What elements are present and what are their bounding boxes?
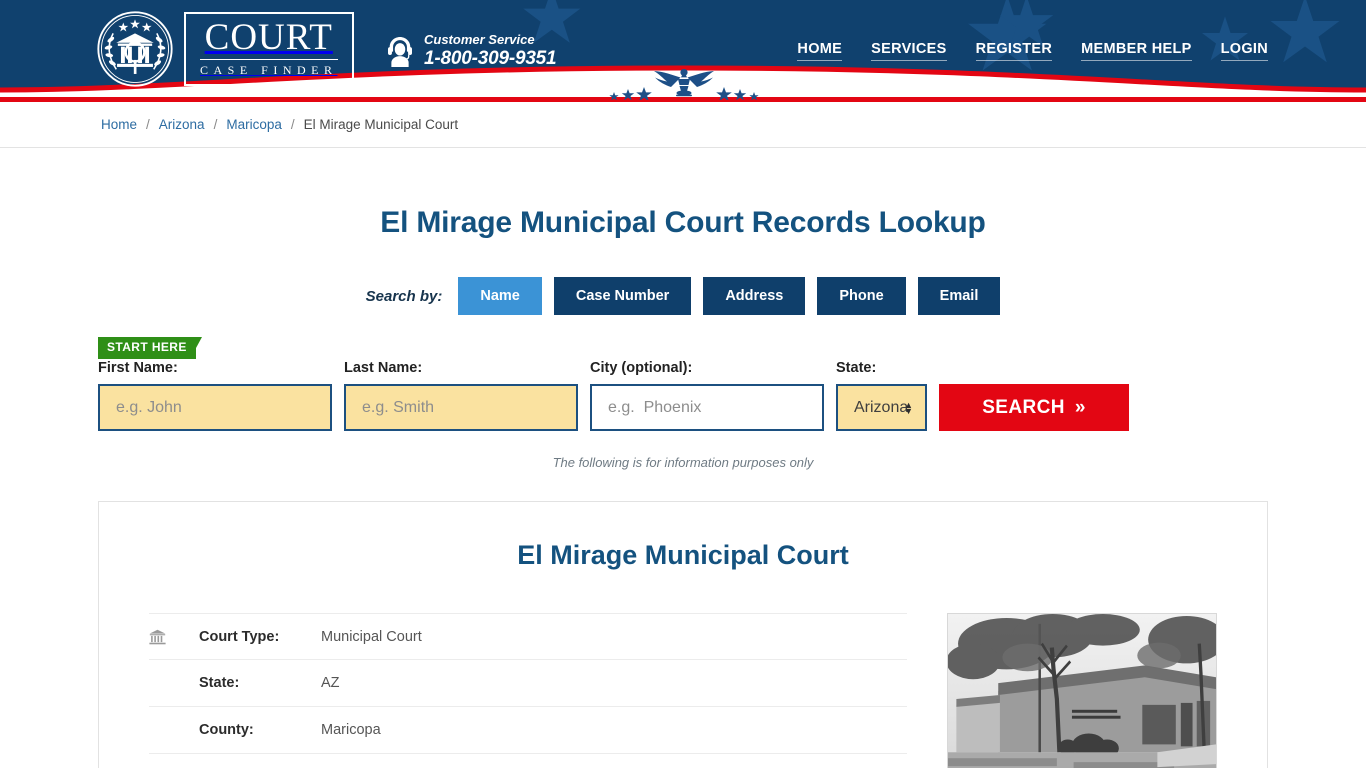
tab-name[interactable]: Name	[458, 277, 542, 315]
search-by-tabs: Search by: Name Case Number Address Phon…	[0, 277, 1366, 315]
state-row-label: State:	[199, 675, 240, 691]
search-form: START HERE First Name: Last Name: City (…	[0, 337, 1366, 470]
customer-service-block: Customer Service 1-800-309-9351	[385, 32, 557, 70]
page-title: El Mirage Municipal Court Records Lookup	[380, 206, 986, 239]
tab-address[interactable]: Address	[703, 277, 806, 315]
table-row: State: AZ	[149, 660, 907, 707]
start-here-badge: START HERE	[98, 337, 202, 359]
first-name-label: First Name:	[98, 360, 178, 376]
breadcrumb-item-home[interactable]: Home	[101, 117, 137, 132]
field-first-name: First Name:	[98, 360, 332, 431]
breadcrumb-separator: /	[290, 117, 295, 132]
county-row-value: Maricopa	[321, 722, 381, 738]
disclaimer-text: The following is for information purpose…	[552, 455, 814, 470]
nav-item-member-help[interactable]: MEMBER HELP	[1081, 41, 1192, 61]
county-row-label: County:	[199, 722, 254, 738]
search-button[interactable]: SEARCH »	[939, 384, 1129, 431]
breadcrumb-separator: /	[213, 117, 218, 132]
table-row: County: Maricopa	[149, 707, 907, 754]
logo-wordmark: COURT CASE FINDER	[184, 12, 354, 86]
customer-service-phone[interactable]: 1-800-309-9351	[424, 48, 557, 70]
court-type-value: Municipal Court	[321, 628, 422, 645]
breadcrumb-item-maricopa[interactable]: Maricopa	[226, 117, 282, 132]
court-type-label: Court Type:	[199, 628, 280, 645]
courthouse-photo	[947, 613, 1217, 768]
customer-service-label: Customer Service	[424, 32, 535, 47]
nav-item-login[interactable]: LOGIN	[1220, 41, 1268, 61]
court-info-card: El Mirage Municipal Court Court Type: Mu…	[98, 501, 1268, 768]
breadcrumb: Home / Arizona / Maricopa / El Mirage Mu…	[0, 102, 1366, 148]
field-city: City (optional):	[590, 360, 824, 431]
site-logo[interactable]: COURT CASE FINDER	[96, 10, 354, 88]
courthouse-icon	[149, 629, 199, 645]
headset-support-icon	[388, 36, 412, 67]
nav-item-services[interactable]: SERVICES	[871, 41, 947, 61]
field-state: State: Arizona ▲ ▼	[836, 360, 927, 431]
court-card-title: El Mirage Municipal Court	[517, 540, 849, 570]
tab-phone[interactable]: Phone	[817, 277, 906, 315]
first-name-input[interactable]	[98, 384, 332, 431]
search-by-label: Search by:	[365, 287, 443, 305]
nav-item-home[interactable]: HOME	[797, 41, 843, 61]
court-seal-icon	[97, 11, 173, 87]
main-navigation: HOME SERVICES REGISTER MEMBER HELP LOGIN	[797, 41, 1268, 61]
field-last-name: Last Name:	[344, 360, 578, 431]
search-button-label: SEARCH	[982, 396, 1065, 418]
city-label: City (optional):	[590, 360, 693, 376]
breadcrumb-separator: /	[146, 117, 150, 132]
double-chevron-right-icon: »	[1074, 396, 1086, 418]
city-input[interactable]	[590, 384, 824, 431]
eagle-emblem-icon	[609, 69, 759, 100]
state-select[interactable]: Arizona	[836, 384, 927, 431]
logo-word-main: COURT	[204, 17, 333, 58]
last-name-label: Last Name:	[344, 360, 423, 376]
state-row-value: AZ	[321, 675, 340, 691]
tab-case-number[interactable]: Case Number	[553, 277, 692, 315]
logo-word-sub: CASE FINDER	[200, 59, 338, 78]
last-name-input[interactable]	[344, 384, 578, 431]
nav-item-register[interactable]: REGISTER	[975, 41, 1053, 61]
tab-email[interactable]: Email	[917, 277, 1001, 315]
breadcrumb-item-current: El Mirage Municipal Court	[303, 117, 459, 132]
court-info-table: Court Type: Municipal Court State: AZ Co…	[149, 613, 907, 768]
breadcrumb-item-arizona[interactable]: Arizona	[159, 117, 205, 132]
state-label: State:	[836, 360, 877, 376]
table-row: Court Type: Municipal Court	[149, 613, 907, 660]
site-header: COURT CASE FINDER Customer Service 1-800…	[0, 0, 1366, 102]
